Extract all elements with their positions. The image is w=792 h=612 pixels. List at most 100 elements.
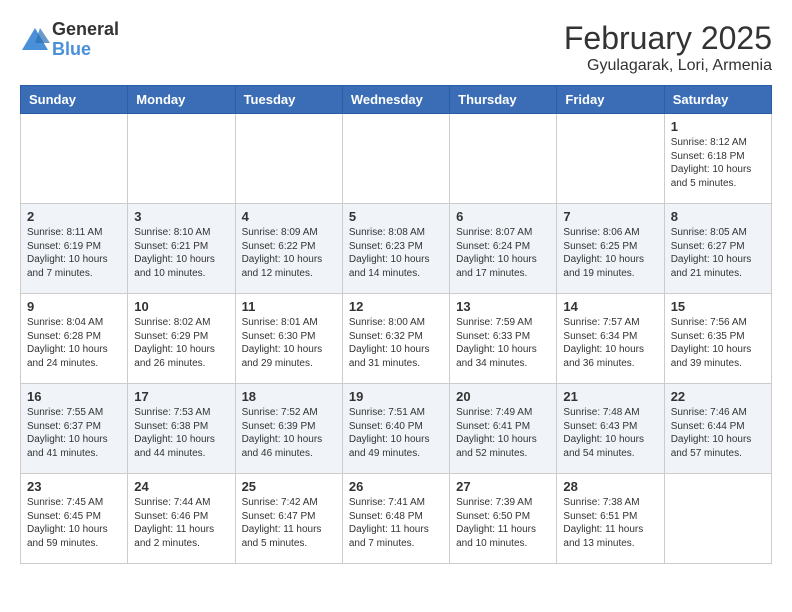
day-number: 2	[27, 209, 121, 224]
day-number: 26	[349, 479, 443, 494]
day-info: Sunrise: 8:10 AM Sunset: 6:21 PM Dayligh…	[134, 226, 228, 280]
day-info: Sunrise: 7:53 AM Sunset: 6:38 PM Dayligh…	[134, 406, 228, 460]
weekday-header-saturday: Saturday	[664, 86, 771, 114]
calendar-header-row: SundayMondayTuesdayWednesdayThursdayFrid…	[21, 86, 772, 114]
calendar-day-17: 17 Sunrise: 7:53 AM Sunset: 6:38 PM Dayli…	[128, 384, 235, 474]
weekday-header-monday: Monday	[128, 86, 235, 114]
weekday-header-thursday: Thursday	[450, 86, 557, 114]
calendar-day-27: 27 Sunrise: 7:39 AM Sunset: 6:50 PM Dayli…	[450, 474, 557, 564]
day-info: Sunrise: 7:57 AM Sunset: 6:34 PM Dayligh…	[563, 316, 657, 370]
calendar-day-16: 16 Sunrise: 7:55 AM Sunset: 6:37 PM Dayli…	[21, 384, 128, 474]
day-info: Sunrise: 7:49 AM Sunset: 6:41 PM Dayligh…	[456, 406, 550, 460]
day-info: Sunrise: 7:52 AM Sunset: 6:39 PM Dayligh…	[242, 406, 336, 460]
calendar-day-15: 15Sunrise: 7:56 AM Sunset: 6:35 PM Dayli…	[664, 294, 771, 384]
calendar-day-23: 23 Sunrise: 7:45 AM Sunset: 6:45 PM Dayli…	[21, 474, 128, 564]
calendar-empty-cell	[664, 474, 771, 564]
logo-text: General Blue	[52, 20, 119, 60]
day-number: 24	[134, 479, 228, 494]
day-number: 4	[242, 209, 336, 224]
calendar-day-19: 19Sunrise: 7:51 AM Sunset: 6:40 PM Dayli…	[342, 384, 449, 474]
day-info: Sunrise: 7:56 AM Sunset: 6:35 PM Dayligh…	[671, 316, 765, 370]
day-number: 12	[349, 299, 443, 314]
day-info: Sunrise: 8:11 AM Sunset: 6:19 PM Dayligh…	[27, 226, 121, 280]
calendar-day-2: 2 Sunrise: 8:11 AM Sunset: 6:19 PM Daylig…	[21, 204, 128, 294]
calendar-day-24: 24Sunrise: 7:44 AM Sunset: 6:46 PM Dayli…	[128, 474, 235, 564]
day-info: Sunrise: 8:02 AM Sunset: 6:29 PM Dayligh…	[134, 316, 228, 370]
weekday-header-sunday: Sunday	[21, 86, 128, 114]
logo-general-text: General	[52, 20, 119, 40]
day-number: 11	[242, 299, 336, 314]
calendar-day-22: 22 Sunrise: 7:46 AM Sunset: 6:44 PM Dayli…	[664, 384, 771, 474]
calendar-week-row: 23 Sunrise: 7:45 AM Sunset: 6:45 PM Dayli…	[21, 474, 772, 564]
location: Gyulagarak, Lori, Armenia	[564, 57, 772, 75]
day-number: 7	[563, 209, 657, 224]
day-info: Sunrise: 7:41 AM Sunset: 6:48 PM Dayligh…	[349, 496, 443, 550]
calendar-empty-cell	[21, 114, 128, 204]
day-number: 16	[27, 389, 121, 404]
calendar-day-21: 21 Sunrise: 7:48 AM Sunset: 6:43 PM Dayli…	[557, 384, 664, 474]
day-number: 28	[563, 479, 657, 494]
calendar-day-7: 7 Sunrise: 8:06 AM Sunset: 6:25 PM Daylig…	[557, 204, 664, 294]
day-info: Sunrise: 8:01 AM Sunset: 6:30 PM Dayligh…	[242, 316, 336, 370]
day-number: 3	[134, 209, 228, 224]
day-number: 18	[242, 389, 336, 404]
logo-icon	[20, 25, 50, 55]
day-number: 13	[456, 299, 550, 314]
day-number: 25	[242, 479, 336, 494]
calendar-day-9: 9 Sunrise: 8:04 AM Sunset: 6:28 PM Daylig…	[21, 294, 128, 384]
calendar-week-row: 1 Sunrise: 8:12 AM Sunset: 6:18 PM Daylig…	[21, 114, 772, 204]
month-title: February 2025	[564, 20, 772, 57]
day-info: Sunrise: 7:39 AM Sunset: 6:50 PM Dayligh…	[456, 496, 550, 550]
day-info: Sunrise: 8:09 AM Sunset: 6:22 PM Dayligh…	[242, 226, 336, 280]
day-number: 21	[563, 389, 657, 404]
weekday-header-friday: Friday	[557, 86, 664, 114]
calendar-empty-cell	[342, 114, 449, 204]
weekday-header-tuesday: Tuesday	[235, 86, 342, 114]
calendar-day-3: 3 Sunrise: 8:10 AM Sunset: 6:21 PM Daylig…	[128, 204, 235, 294]
day-info: Sunrise: 8:12 AM Sunset: 6:18 PM Dayligh…	[671, 136, 765, 190]
day-info: Sunrise: 8:04 AM Sunset: 6:28 PM Dayligh…	[27, 316, 121, 370]
logo-blue-text: Blue	[52, 40, 119, 60]
calendar-day-5: 5 Sunrise: 8:08 AM Sunset: 6:23 PM Daylig…	[342, 204, 449, 294]
calendar-empty-cell	[128, 114, 235, 204]
calendar-day-28: 28Sunrise: 7:38 AM Sunset: 6:51 PM Dayli…	[557, 474, 664, 564]
day-info: Sunrise: 7:48 AM Sunset: 6:43 PM Dayligh…	[563, 406, 657, 460]
title-section: February 2025 Gyulagarak, Lori, Armenia	[564, 20, 772, 75]
day-info: Sunrise: 7:42 AM Sunset: 6:47 PM Dayligh…	[242, 496, 336, 550]
day-info: Sunrise: 8:06 AM Sunset: 6:25 PM Dayligh…	[563, 226, 657, 280]
calendar-empty-cell	[557, 114, 664, 204]
day-number: 8	[671, 209, 765, 224]
calendar-day-6: 6 Sunrise: 8:07 AM Sunset: 6:24 PM Daylig…	[450, 204, 557, 294]
day-number: 27	[456, 479, 550, 494]
day-info: Sunrise: 8:07 AM Sunset: 6:24 PM Dayligh…	[456, 226, 550, 280]
calendar-day-12: 12 Sunrise: 8:00 AM Sunset: 6:32 PM Dayli…	[342, 294, 449, 384]
day-number: 17	[134, 389, 228, 404]
calendar-day-18: 18 Sunrise: 7:52 AM Sunset: 6:39 PM Dayli…	[235, 384, 342, 474]
day-number: 19	[349, 389, 443, 404]
day-number: 6	[456, 209, 550, 224]
calendar-day-26: 26 Sunrise: 7:41 AM Sunset: 6:48 PM Dayli…	[342, 474, 449, 564]
day-info: Sunrise: 7:46 AM Sunset: 6:44 PM Dayligh…	[671, 406, 765, 460]
day-info: Sunrise: 7:55 AM Sunset: 6:37 PM Dayligh…	[27, 406, 121, 460]
day-number: 23	[27, 479, 121, 494]
calendar-day-10: 10 Sunrise: 8:02 AM Sunset: 6:29 PM Dayli…	[128, 294, 235, 384]
day-number: 1	[671, 119, 765, 134]
calendar-day-11: 11 Sunrise: 8:01 AM Sunset: 6:30 PM Dayli…	[235, 294, 342, 384]
calendar-day-8: 8 Sunrise: 8:05 AM Sunset: 6:27 PM Daylig…	[664, 204, 771, 294]
calendar-table: SundayMondayTuesdayWednesdayThursdayFrid…	[20, 85, 772, 564]
day-info: Sunrise: 8:08 AM Sunset: 6:23 PM Dayligh…	[349, 226, 443, 280]
day-number: 5	[349, 209, 443, 224]
weekday-header-wednesday: Wednesday	[342, 86, 449, 114]
page-header: General Blue February 2025 Gyulagarak, L…	[20, 20, 772, 75]
day-info: Sunrise: 8:00 AM Sunset: 6:32 PM Dayligh…	[349, 316, 443, 370]
calendar-empty-cell	[235, 114, 342, 204]
day-info: Sunrise: 7:59 AM Sunset: 6:33 PM Dayligh…	[456, 316, 550, 370]
day-number: 10	[134, 299, 228, 314]
day-number: 14	[563, 299, 657, 314]
day-number: 9	[27, 299, 121, 314]
calendar-day-1: 1 Sunrise: 8:12 AM Sunset: 6:18 PM Daylig…	[664, 114, 771, 204]
day-info: Sunrise: 7:45 AM Sunset: 6:45 PM Dayligh…	[27, 496, 121, 550]
day-number: 22	[671, 389, 765, 404]
day-info: Sunrise: 8:05 AM Sunset: 6:27 PM Dayligh…	[671, 226, 765, 280]
calendar-week-row: 2 Sunrise: 8:11 AM Sunset: 6:19 PM Daylig…	[21, 204, 772, 294]
